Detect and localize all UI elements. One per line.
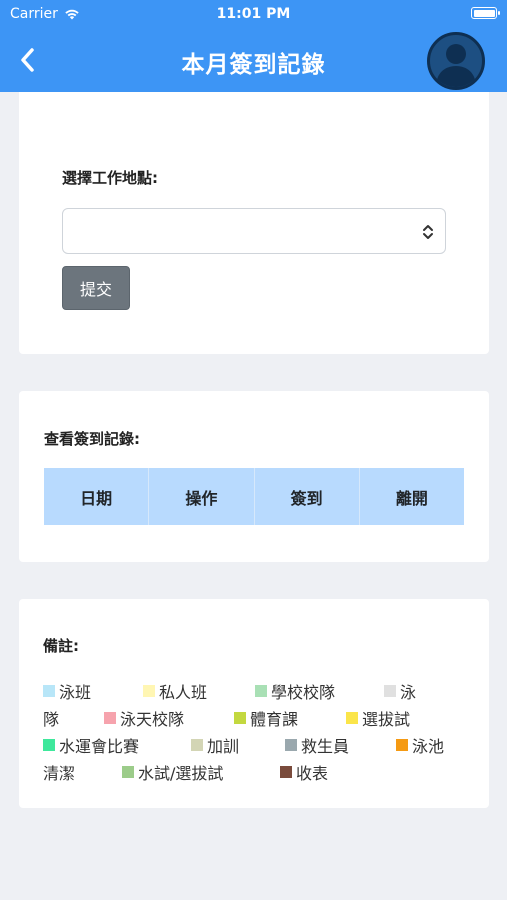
legend-item: 水試/選拔試 [122,760,223,784]
legend-label: 收表 [296,764,329,783]
records-label: 查看簽到記錄: [44,430,140,448]
legend-swatch [43,685,55,697]
legend-label: 水運會比賽 [59,737,140,756]
chevron-updown-icon [423,225,433,239]
legend-swatch [280,766,292,778]
legend-item: 學校校隊 [255,679,335,703]
column-header-leave[interactable]: 離開 [358,468,464,525]
legend-item: 加訓 [191,733,239,757]
nav-bar: 本月簽到記錄 [0,28,507,92]
notes-label: 備註: [43,637,79,655]
legend-label: 水試/選拔試 [138,764,224,783]
legend-swatch [191,739,203,751]
legend-item: 選拔試 [346,706,410,730]
legend-swatch [143,685,155,697]
legend-swatch [384,685,396,697]
legend-label: 泳 [400,683,417,702]
legend-label: 學校校隊 [271,683,336,702]
legend-label: 加訓 [207,737,240,756]
legend-swatch [346,712,358,724]
submit-button[interactable]: 提交 [62,266,130,310]
legend-label: 泳天校隊 [120,710,185,729]
status-bar: Carrier 11:01 PM [0,0,507,28]
legend-row: 隊 泳天校隊 體育課 選拔試 [43,706,463,733]
legend-item: 水運會比賽 [43,733,139,757]
column-header-date[interactable]: 日期 [44,468,148,525]
records-card: 查看簽到記錄: 日期 操作 簽到 離開 [19,391,489,562]
column-header-action[interactable]: 操作 [148,468,253,525]
location-form-card: 選擇工作地點: 提交 [19,92,489,354]
column-header-sign-in[interactable]: 簽到 [253,468,359,525]
legend-item: 泳 [384,679,416,703]
color-legend: 泳班 私人班 學校校隊 泳 隊 泳天校隊 體育課 選拔試 水運會比賽 加訓 救生… [43,679,463,787]
location-label: 選擇工作地點: [62,169,158,187]
records-table-header: 日期 操作 簽到 離開 [44,468,464,525]
legend-swatch [285,739,297,751]
legend-item: 清潔 [43,760,75,784]
legend-label: 救生員 [301,737,350,756]
legend-item: 泳池 [396,733,444,757]
legend-row: 泳班 私人班 學校校隊 泳 [43,679,463,706]
legend-swatch [396,739,408,751]
legend-item: 隊 [43,706,59,730]
legend-label: 泳池 [412,737,445,756]
legend-item: 私人班 [143,679,207,703]
location-select[interactable] [62,208,446,254]
legend-swatch [104,712,116,724]
notes-card: 備註: 泳班 私人班 學校校隊 泳 隊 泳天校隊 體育課 選拔試 水運會比賽 加… [19,599,489,808]
legend-swatch [43,739,55,751]
legend-row: 清潔 水試/選拔試 收表 [43,760,463,787]
legend-label: 選拔試 [362,710,411,729]
legend-label: 隊 [43,710,60,729]
legend-label: 體育課 [250,710,299,729]
battery-icon [471,7,500,19]
legend-label: 清潔 [43,764,76,783]
legend-row: 水運會比賽 加訓 救生員 泳池 [43,733,463,760]
status-time: 11:01 PM [216,6,291,22]
legend-label: 泳班 [59,683,92,702]
legend-item: 泳天校隊 [104,706,184,730]
legend-swatch [234,712,246,724]
legend-item: 收表 [280,760,328,784]
legend-swatch [122,766,134,778]
legend-item: 泳班 [43,679,91,703]
legend-item: 救生員 [285,733,349,757]
user-silhouette-icon [436,44,476,87]
legend-swatch [255,685,267,697]
legend-item: 體育課 [234,706,298,730]
avatar[interactable] [427,32,485,90]
legend-label: 私人班 [159,683,208,702]
